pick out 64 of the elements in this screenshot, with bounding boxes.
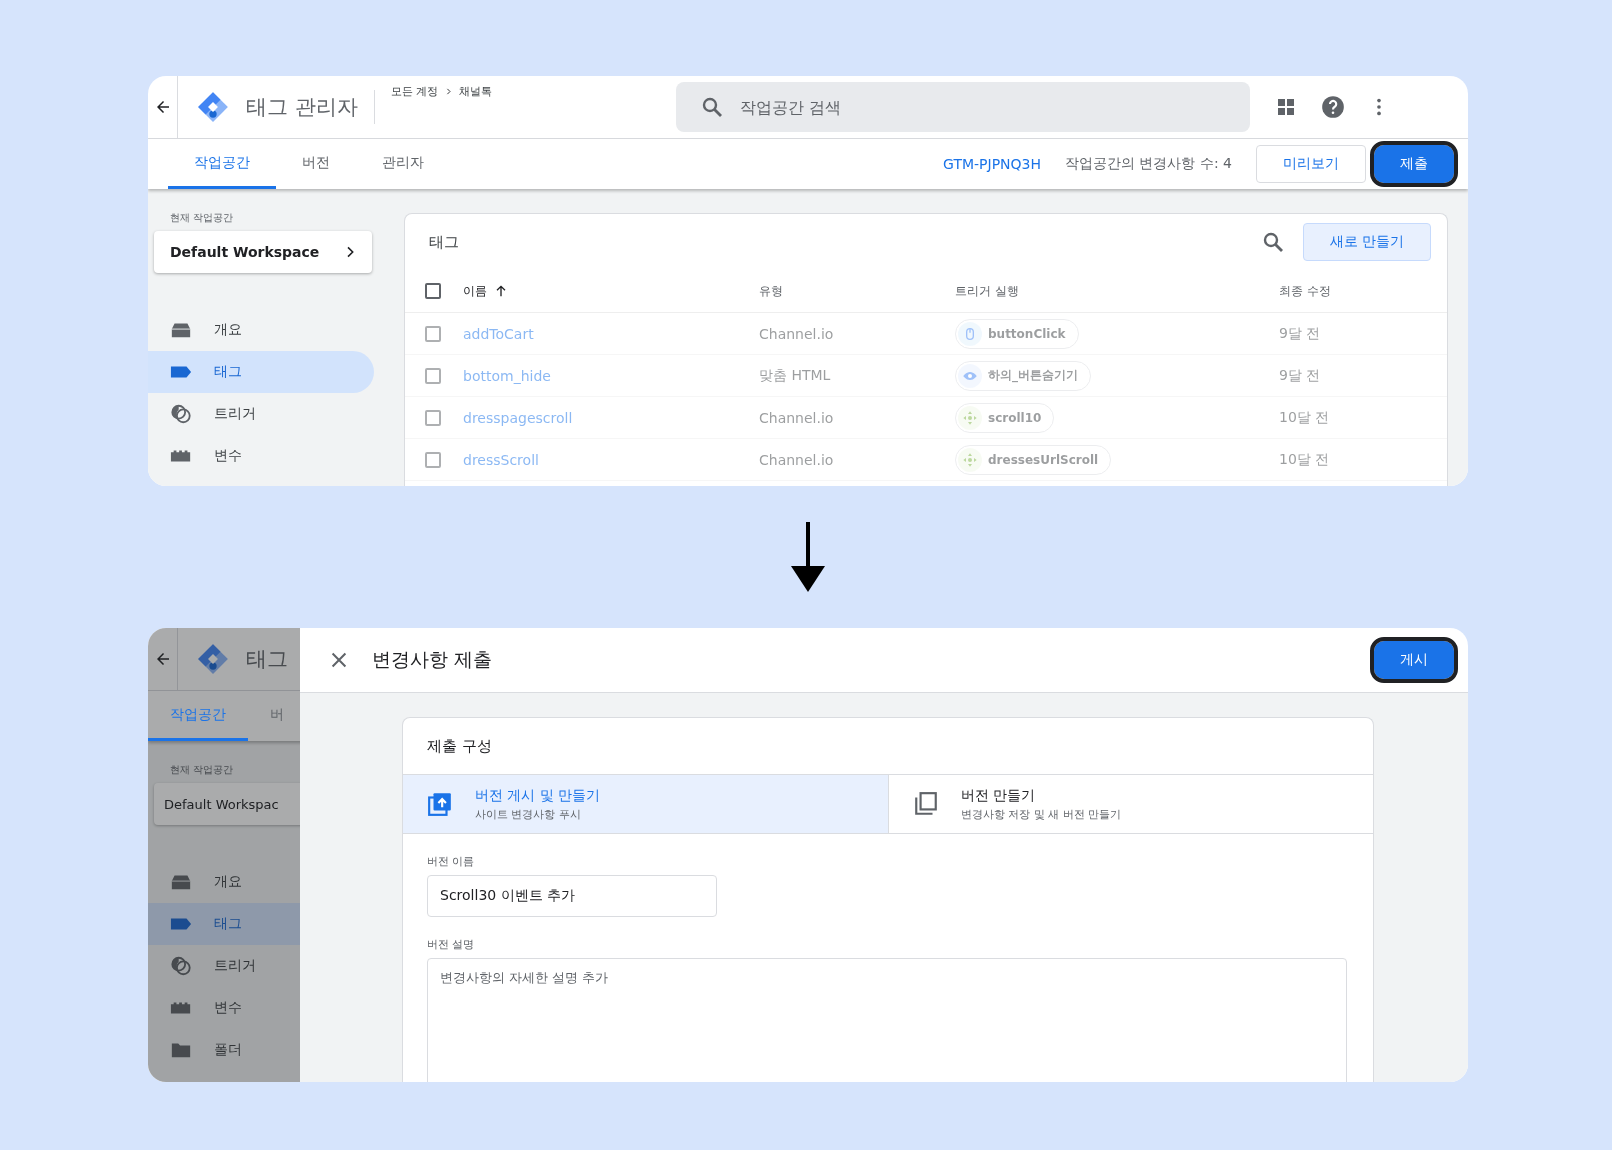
card-title: 태그 bbox=[429, 232, 460, 252]
table-cell-text: 9달 전 bbox=[1279, 324, 1322, 343]
search-field[interactable]: 작업공간 검색 bbox=[675, 82, 1250, 132]
nav-item[interactable]: 변수 bbox=[148, 987, 300, 1029]
column-header[interactable]: 트리거 실행 bbox=[955, 282, 1019, 300]
new-button[interactable]: 새로 만들기 bbox=[1302, 223, 1431, 261]
workspace-selector[interactable]: Default Workspace bbox=[154, 231, 372, 273]
row-checkbox[interactable] bbox=[425, 325, 441, 342]
upload-icon bbox=[427, 791, 453, 817]
diamond-logo-icon bbox=[196, 642, 230, 676]
nav-item[interactable]: 태그 bbox=[148, 903, 300, 945]
nav-item[interactable]: 개요 bbox=[148, 309, 374, 351]
app-title: 태그 bbox=[246, 646, 288, 673]
move-arrows-icon bbox=[962, 409, 978, 426]
field-label: 버전 설명 bbox=[427, 937, 476, 952]
column-header[interactable]: 유형 bbox=[759, 282, 783, 300]
option-title: 버전 게시 및 만들기 bbox=[475, 786, 601, 805]
table-cell-text: 10달 전 bbox=[1279, 450, 1331, 469]
description-field[interactable]: 변경사항의 자세한 설명 추가 bbox=[427, 958, 1347, 1082]
diamond-logo-icon bbox=[196, 90, 230, 124]
column-header[interactable]: 이름 bbox=[463, 282, 487, 300]
row-checkbox[interactable] bbox=[425, 409, 441, 426]
row-checkbox[interactable] bbox=[425, 451, 441, 468]
move-arrows-icon bbox=[962, 451, 978, 468]
overlapping-circles-icon bbox=[170, 403, 192, 425]
app-title: 태그 관리자 bbox=[246, 94, 358, 121]
table-cell-text: 9달 전 bbox=[1279, 366, 1322, 385]
dialog-title: 변경사항 제출 bbox=[372, 647, 494, 672]
table-cell-text: 10달 전 bbox=[1279, 408, 1331, 427]
section-label: 현재 작업공간 bbox=[170, 211, 235, 225]
down-arrow-icon bbox=[791, 522, 825, 592]
workspace-selector[interactable]: Default Workspac bbox=[154, 783, 300, 825]
option-title: 버전 만들기 bbox=[961, 786, 1037, 805]
help-icon[interactable] bbox=[1319, 94, 1346, 120]
copy-icon bbox=[913, 791, 939, 817]
submission-option[interactable]: 버전 게시 및 만들기 사이트 변경사항 푸시 bbox=[403, 775, 888, 833]
nav-item[interactable]: 태그 bbox=[148, 351, 374, 393]
section-label: 현재 작업공간 bbox=[170, 763, 235, 777]
field-label: 버전 이름 bbox=[427, 854, 476, 869]
nav-item[interactable]: 변수 bbox=[148, 435, 374, 477]
column-header[interactable]: 최종 수정 bbox=[1279, 282, 1331, 300]
container-id-link[interactable]: GTM-PJPNQ3H bbox=[943, 156, 1041, 172]
version-name-field[interactable]: Scroll30 이벤트 추가 bbox=[427, 875, 717, 917]
nav-item[interactable]: 개요 bbox=[148, 861, 300, 903]
option-subtitle: 사이트 변경사항 푸시 bbox=[475, 806, 582, 822]
table-cell-text: Channel.io bbox=[759, 409, 835, 426]
nav-item[interactable]: 트리거 bbox=[148, 945, 300, 987]
breadcrumb-link[interactable]: 채널톡 bbox=[459, 84, 493, 99]
nav-item[interactable]: 폴더 bbox=[148, 1029, 300, 1071]
overlapping-circles-icon bbox=[170, 955, 192, 977]
tab[interactable]: 관리자 bbox=[356, 139, 450, 189]
option-subtitle: 변경사항 저장 및 새 버전 만들기 bbox=[961, 806, 1122, 822]
breadcrumb-link[interactable]: 모든 계정 bbox=[390, 84, 439, 99]
tab[interactable]: 버 bbox=[248, 691, 300, 741]
table-cell-text: 맞춤 HTML bbox=[759, 366, 832, 385]
change-count: 작업공간의 변경사항 수: 4 bbox=[1065, 155, 1232, 173]
row-checkbox[interactable] bbox=[425, 367, 441, 384]
table-cell-text: Channel.io bbox=[759, 325, 835, 342]
tab[interactable]: 버전 bbox=[276, 139, 356, 189]
chevron-right-icon bbox=[444, 87, 454, 96]
table-cell-text: Channel.io bbox=[759, 451, 835, 468]
preview-button[interactable]: 미리보기 bbox=[1256, 145, 1366, 183]
nav-item[interactable]: 트리거 bbox=[148, 393, 374, 435]
select-all-checkbox[interactable] bbox=[425, 283, 441, 299]
